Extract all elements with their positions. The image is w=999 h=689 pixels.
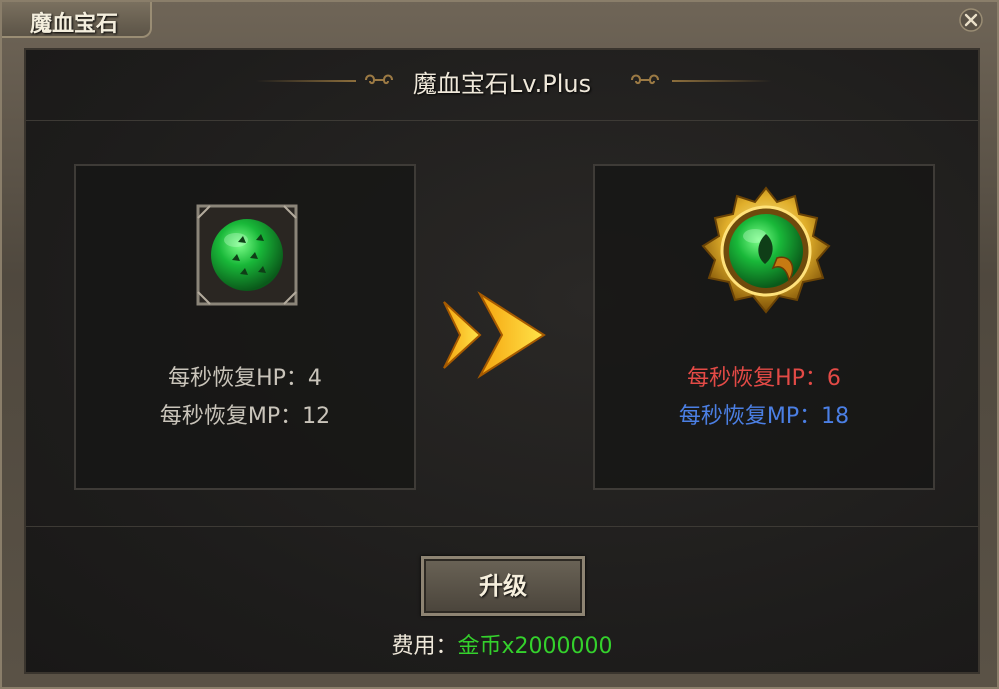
close-icon[interactable] <box>959 8 983 32</box>
mp-label: 每秒恢复MP： <box>678 404 822 429</box>
gem-upgrade-window: 魔血宝石 魔血宝石Lv.Plus 每秒恢复HP：4 每秒恢复MP：12 每秒恢复… <box>0 0 999 689</box>
panel-title: 魔血宝石Lv.Plus <box>412 70 592 98</box>
divider <box>26 526 978 527</box>
hp-label: 每秒恢复HP： <box>168 366 308 391</box>
mp-label: 每秒恢复MP： <box>159 404 303 429</box>
upgraded-mp-stat: 每秒恢复MP：18 <box>595 398 933 430</box>
panel-header: 魔血宝石Lv.Plus <box>26 50 978 120</box>
hp-value: 6 <box>826 366 841 391</box>
mp-value: 18 <box>821 404 850 429</box>
current-gem-panel: 每秒恢复HP：4 每秒恢复MP：12 <box>74 164 416 490</box>
upgraded-gem-panel: 每秒恢复HP：6 每秒恢复MP：18 <box>593 164 935 490</box>
title-tab: 魔血宝石 <box>2 2 152 38</box>
green-gem-square-icon[interactable] <box>196 204 298 306</box>
cost-line: 费用：金币x2000000 <box>26 628 978 660</box>
current-mp-stat: 每秒恢复MP：12 <box>76 398 414 430</box>
cost-value: 金币x2000000 <box>457 634 613 659</box>
header-line-right <box>672 80 772 82</box>
mp-value: 12 <box>302 404 331 429</box>
green-gem-gold-round-icon[interactable] <box>699 184 833 318</box>
hp-label: 每秒恢复HP： <box>687 366 827 391</box>
divider <box>26 120 978 121</box>
double-arrow-right-icon <box>443 291 546 379</box>
upgrade-button[interactable]: 升级 <box>421 556 585 616</box>
content-area: 魔血宝石Lv.Plus 每秒恢复HP：4 每秒恢复MP：12 每秒恢复HP：6 … <box>24 48 980 674</box>
window-title: 魔血宝石 <box>30 12 119 37</box>
hp-value: 4 <box>307 366 322 391</box>
cost-label: 费用： <box>391 634 458 659</box>
current-hp-stat: 每秒恢复HP：4 <box>76 360 414 392</box>
upgraded-hp-stat: 每秒恢复HP：6 <box>595 360 933 392</box>
scroll-ornament-icon <box>631 74 659 85</box>
